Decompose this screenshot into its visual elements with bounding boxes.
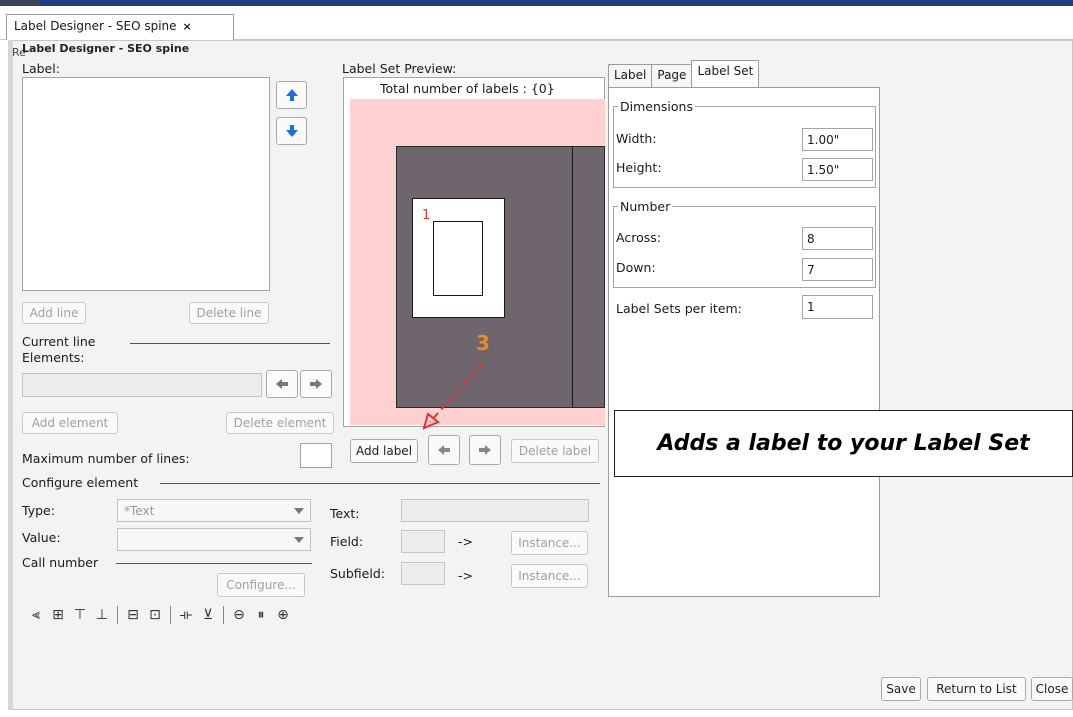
down-label: Down: (616, 260, 656, 275)
subfield-input[interactable] (401, 562, 445, 585)
align-left-icon[interactable]: ⫷ (26, 607, 46, 623)
subfield-arrow-text: -> (458, 568, 473, 583)
frame-left-border (8, 40, 13, 710)
label-heading: Label: (22, 61, 60, 76)
arrow-left-icon (438, 445, 450, 455)
chevron-down-icon (294, 507, 304, 514)
close-button[interactable]: Close (1031, 677, 1073, 701)
dimensions-legend: Dimensions (618, 99, 695, 114)
arrow-up-icon (285, 89, 298, 101)
document-tab[interactable]: Label Designer - SEO spine × (6, 14, 234, 40)
align-center-horizontal-icon[interactable]: ⊞ (48, 607, 68, 623)
arrow-right-icon (310, 379, 322, 389)
label-lines-list[interactable] (22, 77, 270, 291)
arrow-down-icon (285, 125, 298, 137)
return-to-list-button[interactable]: Return to List (927, 677, 1026, 701)
toolbar-separator (117, 606, 118, 624)
configure-element-heading: Configure element (22, 475, 139, 490)
field-label: Field: (330, 534, 364, 549)
move-line-down-button[interactable] (276, 117, 307, 145)
configure-divider (160, 483, 600, 484)
arrow-left-icon (276, 379, 288, 389)
element-right-button[interactable] (300, 370, 332, 398)
same-height-icon[interactable]: ⏸ (251, 607, 271, 623)
document-tab-title: Label Designer - SEO spine (14, 19, 177, 33)
move-line-up-button[interactable] (276, 81, 307, 109)
number-legend: Number (618, 199, 673, 214)
current-line-divider (130, 343, 330, 344)
max-lines-label: Maximum number of lines: (22, 451, 190, 466)
align-top-icon[interactable]: ⊤ (70, 607, 90, 623)
properties-tabs: Label Page Label Set (608, 60, 760, 88)
call-number-divider (116, 563, 312, 564)
max-lines-input[interactable] (300, 443, 332, 468)
add-label-button[interactable]: Add label (350, 439, 418, 463)
sets-per-item-input[interactable]: 1 (802, 295, 873, 319)
chevron-down-icon (294, 536, 304, 543)
type-select-value: *Text (124, 503, 155, 518)
current-line-label: Current line (22, 334, 96, 349)
label-left-button[interactable] (428, 435, 460, 465)
field-input[interactable] (401, 530, 445, 553)
elements-label: Elements: (22, 350, 85, 365)
toolbar-separator (223, 606, 224, 624)
close-tab-icon[interactable]: × (183, 20, 192, 33)
add-element-button[interactable]: Add element (22, 412, 118, 434)
elements-list[interactable] (22, 373, 262, 397)
call-number-label: Call number (22, 555, 99, 570)
label-set-preview-heading: Label Set Preview: (342, 61, 457, 76)
same-size-icon[interactable]: ⊕ (273, 607, 293, 623)
delete-line-button[interactable]: Delete line (189, 302, 269, 324)
element-left-button[interactable] (266, 370, 298, 398)
annotation-step-number: 3 (476, 331, 490, 355)
annotation-arrow-icon (422, 363, 483, 430)
tab-label[interactable]: Label (608, 64, 653, 88)
sets-per-item-label: Label Sets per item: (616, 301, 742, 316)
tab-label-set[interactable]: Label Set (691, 60, 760, 88)
label-right-button[interactable] (469, 435, 501, 465)
add-line-button[interactable]: Add line (22, 302, 86, 324)
distribute-vertical-icon[interactable]: ⊻ (198, 607, 218, 623)
value-label: Value: (22, 530, 61, 545)
label-inner-area (433, 221, 483, 296)
type-label: Type: (22, 503, 55, 518)
field-arrow-text: -> (458, 534, 473, 549)
arrow-right-icon (479, 445, 491, 455)
height-input[interactable]: 1.50" (802, 158, 873, 181)
center-vertical-icon[interactable]: ⊟ (123, 607, 143, 623)
width-label: Width: (616, 131, 657, 146)
value-select[interactable] (117, 528, 311, 551)
field-instance-button[interactable]: Instance... (511, 531, 588, 555)
subfield-instance-button[interactable]: Instance... (511, 564, 588, 588)
text-label: Text: (330, 506, 360, 521)
save-button[interactable]: Save (881, 677, 921, 701)
toolbar-separator (170, 606, 171, 624)
tab-page[interactable]: Page (651, 64, 693, 88)
callout-annotation: Adds a label to your Label Set (614, 410, 1073, 477)
type-select[interactable]: *Text (117, 499, 311, 522)
across-label: Across: (616, 230, 661, 245)
configure-button[interactable]: Configure... (217, 573, 305, 597)
center-horizontal-icon[interactable]: ⊡ (145, 607, 165, 623)
across-input[interactable]: 8 (802, 227, 873, 250)
width-input[interactable]: 1.00" (802, 128, 873, 151)
text-input[interactable] (401, 499, 589, 522)
delete-element-button[interactable]: Delete element (226, 412, 334, 434)
align-bottom-icon[interactable]: ⊥ (92, 607, 112, 623)
sheet-divider (572, 146, 573, 408)
panel-title: Label Designer - SEO spine (22, 42, 190, 55)
subfield-label: Subfield: (330, 566, 385, 581)
down-input[interactable]: 7 (802, 258, 873, 281)
alignment-toolbar: ⫷ ⊞ ⊤ ⊥ ⊟ ⊡ ⟛ ⊻ ⊖ ⏸ ⊕ (26, 606, 293, 624)
distribute-horizontal-icon[interactable]: ⟛ (176, 607, 196, 623)
height-label: Height: (616, 160, 662, 175)
total-labels-text: Total number of labels : {0} (380, 81, 555, 96)
label-number: 1 (422, 208, 431, 223)
same-width-icon[interactable]: ⊖ (229, 607, 249, 623)
delete-label-button[interactable]: Delete label (511, 439, 599, 463)
